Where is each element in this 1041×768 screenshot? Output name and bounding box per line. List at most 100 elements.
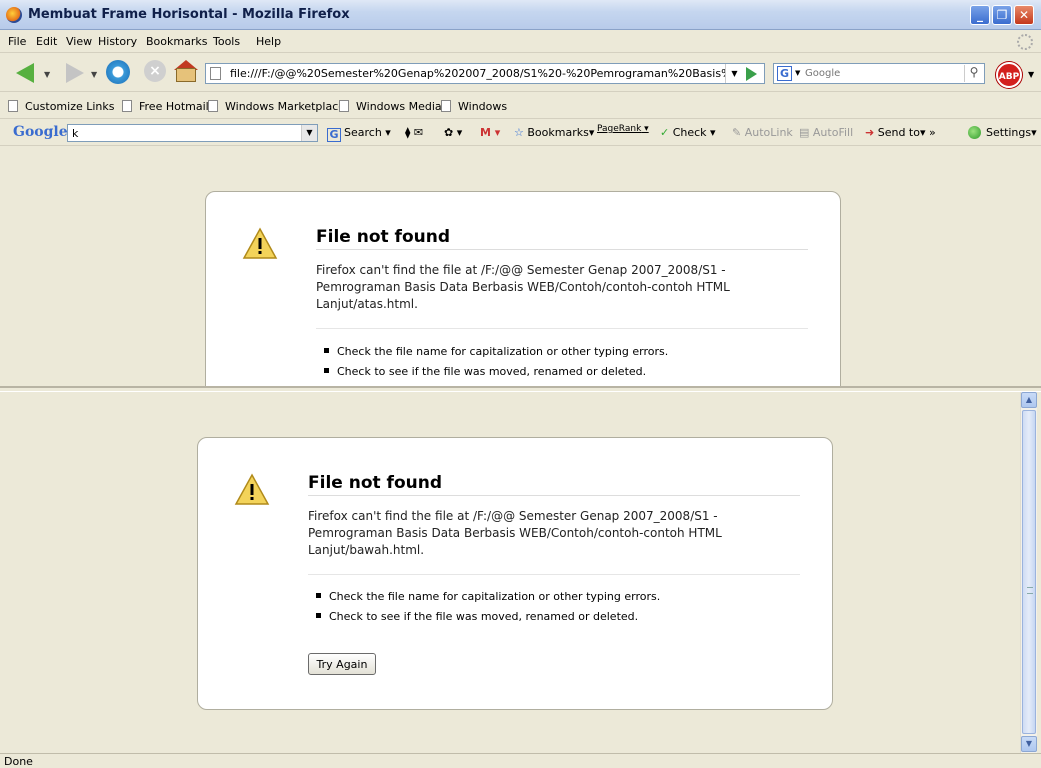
try-again-button[interactable]: Try Again [308,653,376,675]
home-icon [176,68,196,82]
autofill-icon: ▤ [799,126,810,139]
settings-status-icon [968,126,981,139]
page-icon [441,100,451,112]
menu-bookmarks[interactable]: Bookmarks [146,35,207,48]
bookmark-windows[interactable]: Windows [441,100,507,113]
scroll-thumb[interactable] [1022,410,1036,734]
maximize-button[interactable]: ❐ [992,5,1012,25]
autofill-button[interactable]: ▤ AutoFill [799,126,853,139]
top-frame: File not found Firefox can't find the fi… [0,147,1041,386]
google-news-icon[interactable]: ⧫ ✉ [405,126,423,139]
bookmark-customize-links[interactable]: Customize Links [8,100,115,113]
menu-edit[interactable]: Edit [36,35,57,48]
search-bar[interactable]: G ▼ ⚲ [773,63,985,84]
star-icon: ☆ [514,126,524,139]
firefox-window: Membuat Frame Horisontal - Mozilla Firef… [0,0,1041,768]
menu-file[interactable]: File [8,35,26,48]
url-bar[interactable]: file:///F:/@@%20Semester%20Genap%202007_… [205,63,765,84]
gmail-icon[interactable]: M ▾ [480,126,500,139]
forward-history-dropdown[interactable]: ▼ [91,70,97,79]
search-input[interactable] [805,66,955,81]
autofill-label: AutoFill [812,126,854,139]
search-engine-dropdown[interactable]: ▼ [795,69,800,77]
more-chevron[interactable]: » [929,126,936,139]
close-button[interactable]: ✕ [1014,5,1034,25]
google-bookmarks-button[interactable]: ☆ Bookmarks▾ [514,126,594,139]
autolink-icon: ✎ [732,126,742,139]
window-title: Membuat Frame Horisontal - Mozilla Firef… [28,7,350,22]
error-box: File not found Firefox can't find the fi… [197,437,833,710]
home-button[interactable] [174,60,200,86]
stop-button[interactable]: × [144,60,170,86]
menu-bar: File Edit View History Bookmarks Tools H… [0,31,1041,53]
bookmark-label: Windows [458,100,508,113]
url-dropdown-button[interactable]: ▼ [725,64,743,83]
reload-icon [106,60,130,84]
menu-view[interactable]: View [66,35,92,48]
reload-button[interactable] [106,60,132,86]
vertical-scrollbar[interactable]: ▲ ▼ [1020,392,1037,753]
error-title: File not found [316,227,808,250]
firefox-logo-icon [6,7,22,23]
spellcheck-button[interactable]: ✓ Check ▾ [660,126,716,139]
autolink-label: AutoLink [744,126,793,139]
bookmark-label: Customize Links [25,100,115,113]
separator [308,574,800,575]
google-logo[interactable]: Google [13,124,68,140]
bookmark-windows-marketplace[interactable]: Windows Marketplace [208,100,345,113]
google-search-label: Search [344,126,382,139]
go-button[interactable] [746,67,757,81]
status-text: Done [4,755,33,768]
bookmark-free-hotmail[interactable]: Free Hotmail [122,100,209,113]
title-bar[interactable]: Membuat Frame Horisontal - Mozilla Firef… [0,0,1041,30]
back-history-dropdown[interactable]: ▼ [44,70,50,79]
scroll-down-button[interactable]: ▼ [1021,736,1037,752]
google-search-button[interactable]: G Search ▾ [327,126,391,142]
spellcheck-icon: ✓ [660,126,670,139]
status-bar: Done [0,753,1041,768]
error-tips-list: Check the file name for capitalization o… [316,587,660,627]
stop-icon: × [144,60,166,82]
back-button[interactable] [14,60,40,86]
menu-history[interactable]: History [98,35,137,48]
page-icon [210,67,221,80]
adblock-plus-button[interactable]: ABP [996,62,1022,88]
separator [316,328,808,329]
settings-label: Settings [986,126,1032,139]
forward-arrow-icon [66,63,84,83]
search-magnifier-icon[interactable]: ⚲ [964,65,983,82]
error-box: File not found Firefox can't find the fi… [205,191,841,386]
bottom-frame: File not found Firefox can't find the fi… [0,392,1041,753]
google-query[interactable]: k [72,127,78,140]
url-text[interactable]: file:///F:/@@%20Semester%20Genap%202007_… [230,67,725,80]
tip-item: Check the file name for capitalization o… [316,587,660,607]
bookmark-windows-media[interactable]: Windows Media [339,100,442,113]
menu-tools[interactable]: Tools [213,35,240,48]
google-query-dropdown[interactable]: ▼ [301,125,317,141]
page-icon [122,100,132,112]
forward-button[interactable] [62,60,88,86]
warning-icon [234,473,270,505]
scroll-up-button[interactable]: ▲ [1021,392,1037,408]
spellcheck-label: Check [672,126,707,139]
sendto-label: Send to [877,126,920,139]
tip-item: Check to see if the file was moved, rena… [324,362,668,382]
pagerank-indicator[interactable]: PageRank ▾ [597,124,649,134]
sendto-icon: ➜ [865,126,875,139]
error-message: Firefox can't find the file at /F:/@@ Se… [316,263,730,311]
autolink-button[interactable]: ✎ AutoLink [732,126,793,139]
minimize-button[interactable]: _ [970,5,990,25]
google-puzzle-icon[interactable]: ✿ ▾ [444,126,462,139]
search-engine-icon[interactable]: G [777,66,792,81]
google-search-field[interactable]: k ▼ [67,124,318,142]
google-bookmarks-label: Bookmarks [527,126,589,139]
adblock-dropdown[interactable]: ▼ [1028,70,1034,79]
menu-help[interactable]: Help [256,35,281,48]
warning-icon [242,227,278,259]
tip-item: Check the file name for capitalization o… [324,342,668,362]
error-message: Firefox can't find the file at /F:/@@ Se… [308,509,722,557]
error-tips-list: Check the file name for capitalization o… [324,342,668,382]
sendto-button[interactable]: ➜ Send to▾ » [865,126,936,139]
bookmarks-toolbar: Customize Links Free Hotmail Windows Mar… [0,93,1041,119]
google-settings-button[interactable]: Settings▾ [968,126,1037,139]
